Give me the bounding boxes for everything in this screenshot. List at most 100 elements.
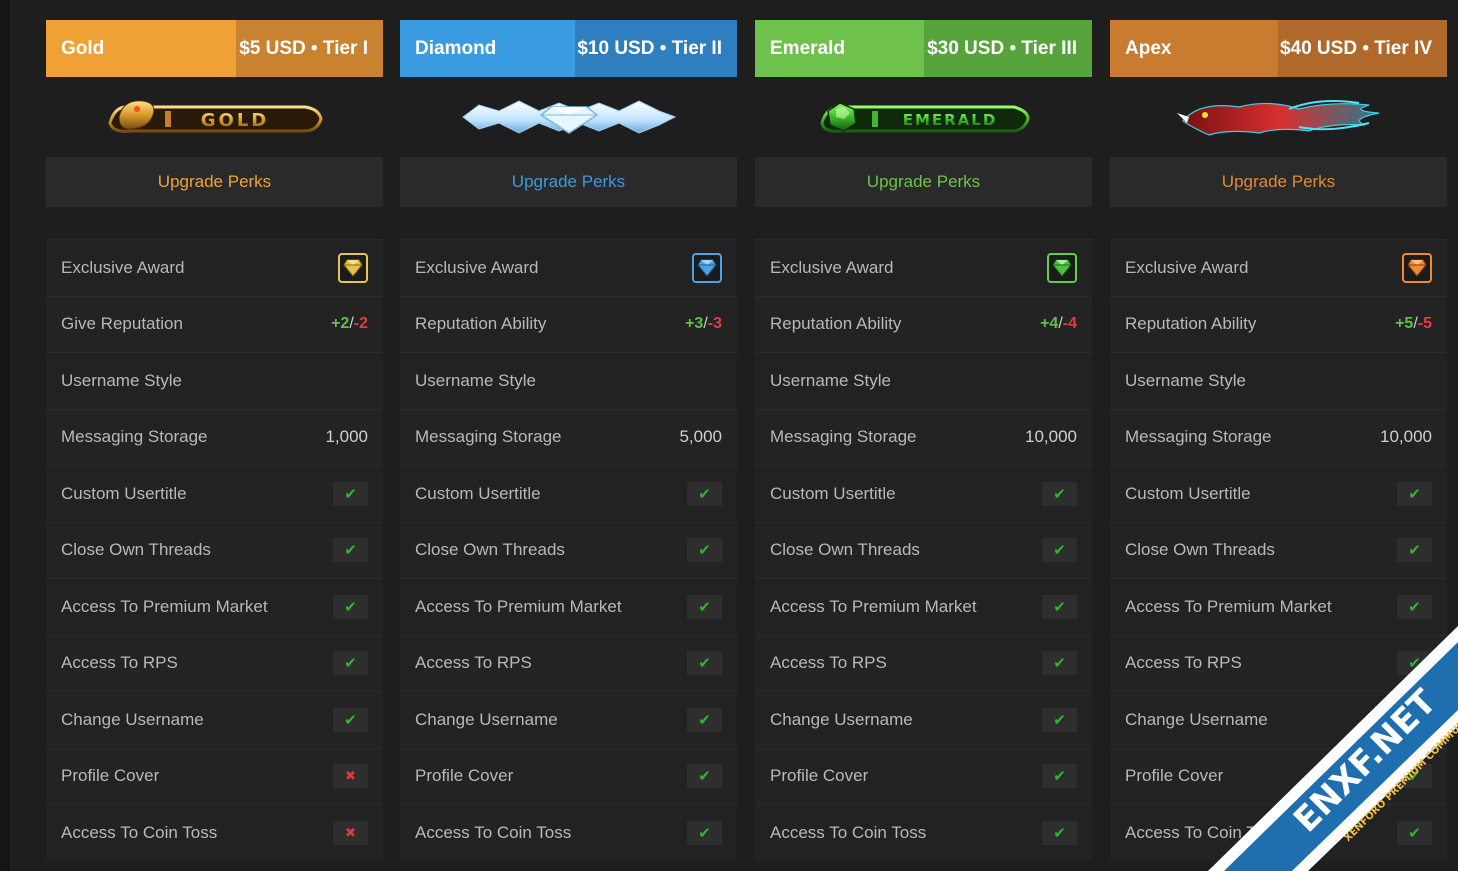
perk-label: Username Style	[415, 370, 536, 390]
check-icon: ✔	[1397, 707, 1432, 732]
rep-value: +3/-3	[685, 315, 722, 333]
list-item: Access To RPS ✔	[755, 634, 1092, 691]
list-item: Change Username ✔	[46, 691, 383, 748]
perk-label: Access To Premium Market	[61, 596, 268, 616]
perks-list: Exclusive Award Reputation Ability +5/-5…	[1110, 239, 1447, 861]
perk-label: Change Username	[1125, 709, 1268, 729]
upgrade-perks-button[interactable]: Upgrade Perks	[1110, 157, 1447, 207]
list-item: Custom Usertitle ✔	[46, 465, 383, 522]
list-item: Username Style	[1110, 352, 1447, 409]
perk-label: Access To Premium Market	[770, 596, 977, 616]
check-icon: ✔	[333, 594, 368, 619]
tier-name: Apex	[1110, 20, 1278, 77]
rep-value: +5/-5	[1395, 315, 1432, 333]
gem-icon	[338, 252, 368, 283]
perk-label: Custom Usertitle	[1125, 483, 1251, 503]
perk-label: Change Username	[61, 709, 204, 729]
list-item: Close Own Threads ✔	[400, 521, 737, 578]
emerald-logo-text: EMERALD	[902, 111, 997, 129]
perk-value: 10,000	[1025, 427, 1077, 447]
perk-label: Messaging Storage	[61, 427, 208, 447]
check-icon: ✔	[333, 707, 368, 732]
check-icon: ✔	[687, 481, 722, 506]
check-icon: ✔	[687, 820, 722, 845]
perk-value: 10,000	[1380, 427, 1432, 447]
cross-icon: ✖	[333, 764, 368, 789]
perk-label: Profile Cover	[415, 766, 514, 786]
tier-logo-area	[1110, 77, 1447, 157]
perk-label: Close Own Threads	[61, 540, 211, 560]
list-item: Change Username ✔	[755, 691, 1092, 748]
list-item: Username Style	[755, 352, 1092, 409]
check-icon: ✔	[1397, 481, 1432, 506]
perk-label: Access To Coin Toss	[415, 822, 572, 842]
perk-label: Close Own Threads	[1125, 540, 1275, 560]
list-item: Reputation Ability +3/-3	[400, 295, 737, 352]
check-icon: ✔	[1042, 707, 1077, 732]
tier-name: Emerald	[755, 20, 924, 77]
list-item: Exclusive Award	[755, 239, 1092, 296]
upgrade-perks-button[interactable]: Upgrade Perks	[400, 157, 737, 207]
perk-label: Reputation Ability	[770, 314, 902, 334]
perk-label: Access To Coin Toss	[61, 822, 218, 842]
perk-label: Exclusive Award	[415, 257, 539, 277]
list-item: Access To Premium Market ✔	[755, 578, 1092, 635]
check-icon: ✔	[1397, 538, 1432, 563]
perk-label: Profile Cover	[770, 766, 869, 786]
list-item: Username Style	[46, 352, 383, 409]
perk-value: 1,000	[325, 427, 368, 447]
check-icon: ✔	[687, 594, 722, 619]
tier-header: Diamond $10 USD • Tier II	[400, 20, 737, 77]
list-item: Reputation Ability +4/-4	[755, 295, 1092, 352]
list-item: Access To Coin Toss ✔	[755, 804, 1092, 861]
diamond-logo-icon	[461, 100, 676, 134]
cross-icon: ✖	[333, 820, 368, 845]
perk-label: Exclusive Award	[770, 257, 894, 277]
upgrade-perks-button[interactable]: Upgrade Perks	[46, 157, 383, 207]
list-item: Custom Usertitle ✔	[755, 465, 1092, 522]
perk-label: Access To RPS	[770, 653, 887, 673]
list-item: Profile Cover ✔	[400, 747, 737, 804]
perk-label: Access To RPS	[61, 653, 178, 673]
list-item: Messaging Storage 10,000	[1110, 408, 1447, 465]
gem-icon	[692, 252, 722, 283]
tier-card-apex: Apex $40 USD • Tier IV Upgrade Perks Exc…	[1110, 20, 1447, 861]
list-item: Access To RPS ✔	[400, 634, 737, 691]
check-icon: ✔	[687, 764, 722, 789]
list-item: Close Own Threads ✔	[1110, 521, 1447, 578]
check-icon: ✔	[333, 538, 368, 563]
apex-logo-icon	[1176, 100, 1379, 136]
perk-label: Access To RPS	[1125, 653, 1242, 673]
check-icon: ✔	[1397, 764, 1432, 789]
list-item: Access To RPS ✔	[1110, 634, 1447, 691]
perk-label: Access To Premium Market	[415, 596, 622, 616]
list-item: Exclusive Award	[400, 239, 737, 296]
list-item: Change Username ✔	[400, 691, 737, 748]
perk-label: Reputation Ability	[415, 314, 547, 334]
tier-price: $10 USD • Tier II	[575, 20, 737, 77]
list-item: Custom Usertitle ✔	[1110, 465, 1447, 522]
perk-label: Profile Cover	[1125, 766, 1224, 786]
perks-list: Exclusive Award Reputation Ability +4/-4…	[755, 239, 1092, 861]
tier-card-diamond: Diamond $10 USD • Tier II Upgrade Perks …	[400, 20, 737, 861]
list-item: Access To Premium Market ✔	[46, 578, 383, 635]
perk-label: Reputation Ability	[1125, 314, 1257, 334]
list-item: Profile Cover ✔	[1110, 747, 1447, 804]
check-icon: ✔	[1042, 481, 1077, 506]
list-item: Custom Usertitle ✔	[400, 465, 737, 522]
check-icon: ✔	[1042, 820, 1077, 845]
tier-header: Apex $40 USD • Tier IV	[1110, 20, 1447, 77]
tier-logo-area: GOLD	[46, 77, 383, 157]
perk-label: Username Style	[770, 370, 891, 390]
list-item: Exclusive Award	[1110, 239, 1447, 296]
list-item: Change Username ✔	[1110, 691, 1447, 748]
list-item: Access To Premium Market ✔	[1110, 578, 1447, 635]
perk-label: Messaging Storage	[770, 427, 917, 447]
perk-label: Username Style	[61, 370, 182, 390]
check-icon: ✔	[333, 481, 368, 506]
upgrade-perks-button[interactable]: Upgrade Perks	[755, 157, 1092, 207]
tier-name: Diamond	[400, 20, 575, 77]
rep-value: +4/-4	[1040, 315, 1077, 333]
check-icon: ✔	[687, 651, 722, 676]
list-item: Give Reputation +2/-2	[46, 295, 383, 352]
